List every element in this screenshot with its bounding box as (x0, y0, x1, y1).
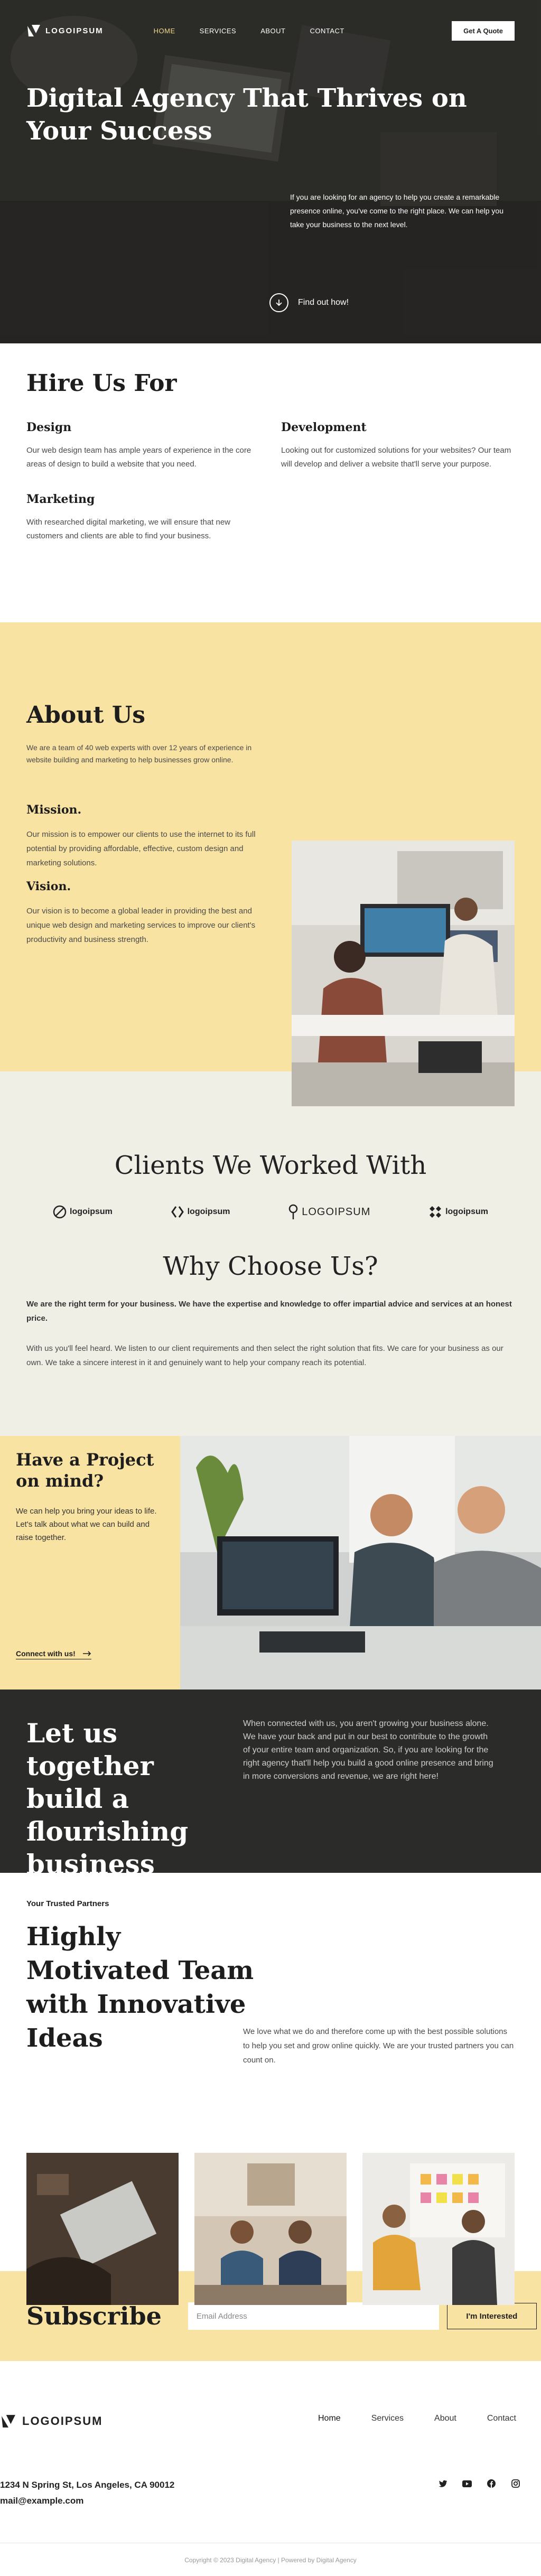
hire-item-text: Our web design team has ample years of e… (26, 446, 251, 469)
subscribe-button[interactable]: I'm Interested (446, 2303, 537, 2329)
client-logo-text: logoipsum (445, 1207, 488, 1216)
hire-item-text: With researched digital marketing, we wi… (26, 518, 231, 540)
hire-title: Hire Us For (26, 370, 177, 397)
partner-photos (26, 2153, 515, 2305)
client-logo-1: logoipsum (53, 1205, 113, 1219)
nav-services[interactable]: SERVICES (200, 27, 237, 35)
copyright: Copyright © 2023 Digital Agency | Powere… (184, 2556, 357, 2564)
about-title: About Us (26, 702, 146, 729)
hero-overlay (0, 0, 541, 343)
about-section: About Us We are a team of 40 web experts… (0, 622, 541, 1106)
hire-item-development: Development Looking out for customized s… (281, 421, 519, 471)
find-out-link[interactable]: Find out how! (269, 293, 349, 312)
mission-block: Mission. Our mission is to empower our c… (26, 803, 275, 947)
hire-item-title: Design (26, 421, 72, 434)
mission-title: Mission. (26, 803, 82, 817)
together-title: Let us together build a flourishing busi… (26, 1718, 189, 1880)
client-logo-4: logoipsum (428, 1205, 488, 1219)
partner-photo-team (194, 2153, 347, 2305)
why-bold-text: We are the right term for your business.… (26, 1300, 512, 1323)
subscribe-form: I'm Interested (188, 2302, 537, 2330)
about-office-image (292, 841, 515, 1106)
connect-link[interactable]: Connect with us! (16, 1649, 91, 1659)
email-input[interactable] (188, 2302, 439, 2330)
partner-photo-laptop (26, 2153, 179, 2305)
footer-logo-text: LOGOIPSUM (22, 2414, 103, 2428)
partners-title: Highly Motivated Team with Innovative Id… (26, 1922, 254, 2053)
project-section: Have a Project on mind? We can help you … (0, 1436, 541, 1690)
hire-grid: Design Our web design team has ample yea… (26, 421, 515, 543)
footer-nav-contact[interactable]: Contact (487, 2414, 516, 2423)
logo[interactable]: LOGOIPSUM (26, 24, 104, 38)
footer: LOGOIPSUM Home Services About Contact 12… (0, 2361, 541, 2571)
client-logo-3: LOGOIPSUM (288, 1204, 370, 1220)
pin-icon (288, 1204, 298, 1219)
bracket-icon (171, 1206, 184, 1218)
footer-nav-about[interactable]: About (434, 2414, 456, 2423)
footer-nav-home[interactable]: Home (318, 2414, 341, 2423)
client-logo-text: LOGOIPSUM (302, 1206, 371, 1218)
address-line: 1234 N Spring St, Los Angeles, CA 90012 (0, 2480, 175, 2490)
subscribe-title: Subscribe (26, 2302, 162, 2330)
client-logo-text: logoipsum (187, 1207, 230, 1216)
top-nav: LOGOIPSUM HOME SERVICES ABOUT CONTACT Ge… (26, 20, 515, 41)
hero-section: LOGOIPSUM HOME SERVICES ABOUT CONTACT Ge… (0, 0, 541, 343)
footer-logo[interactable]: LOGOIPSUM (0, 2414, 102, 2429)
footer-nav-services[interactable]: Services (371, 2414, 404, 2423)
about-lead: We are a team of 40 web experts with ove… (26, 743, 252, 764)
logo-text: LOGOIPSUM (45, 26, 104, 35)
hire-section: Hire Us For Design Our web design team h… (0, 343, 541, 622)
partner-photo-board (362, 2153, 515, 2305)
project-text: We can help you bring your ideas to life… (16, 1507, 157, 1542)
mission-text: Our mission is to empower our clients to… (26, 830, 256, 867)
hire-item-text: Looking out for customized solutions for… (281, 446, 511, 469)
nav-home[interactable]: HOME (154, 27, 175, 35)
partners-text: We love what we do and therefore come up… (243, 2027, 514, 2065)
diamond-grid-icon (430, 1206, 442, 1218)
client-logo-2: logoipsum (171, 1205, 230, 1219)
project-office-image (180, 1436, 541, 1690)
hero-title: Digital Agency That Thrives on Your Succ… (26, 83, 467, 146)
arrow-down-icon (269, 293, 288, 312)
connect-label: Connect with us! (16, 1649, 76, 1658)
youtube-icon[interactable] (462, 2478, 472, 2489)
project-title: Have a Project on mind? (16, 1450, 154, 1491)
hire-item-title: Development (281, 421, 367, 434)
nav-about[interactable]: ABOUT (260, 27, 285, 35)
nav-contact[interactable]: CONTACT (310, 27, 344, 35)
hero-text: If you are looking for an agency to help… (290, 193, 503, 229)
logo-mark-icon (27, 25, 40, 36)
footer-address: 1234 N Spring St, Los Angeles, CA 90012 … (0, 2477, 174, 2509)
why-block: Why Choose Us? We are the right term for… (0, 1252, 541, 1370)
vision-title: Vision. (26, 880, 71, 893)
why-title: Why Choose Us? (163, 1252, 378, 1281)
facebook-icon[interactable] (486, 2478, 497, 2489)
hire-item-design: Design Our web design team has ample yea… (26, 421, 264, 471)
email-line[interactable]: mail@example.com (0, 2493, 174, 2509)
why-text: With us you'll feel heard. We listen to … (26, 1344, 503, 1367)
partners-eyebrow: Your Trusted Partners (26, 1899, 109, 1908)
partners-section: Your Trusted Partners Highly Motivated T… (0, 1873, 541, 2305)
hire-item-marketing: Marketing With researched digital market… (26, 492, 264, 543)
together-section: Let us together build a flourishing busi… (0, 1690, 541, 1880)
nav-links: HOME SERVICES ABOUT CONTACT (154, 27, 344, 35)
get-quote-button[interactable]: Get A Quote (452, 21, 515, 41)
client-logo-text: logoipsum (70, 1207, 113, 1216)
clients-section: Clients We Worked With logoipsum logoips… (0, 1071, 541, 1436)
together-text: When connected with us, you aren't growi… (243, 1719, 493, 1781)
logo-mark-icon (2, 2415, 15, 2428)
project-panel: Have a Project on mind? We can help you … (0, 1436, 180, 1690)
hire-item-title: Marketing (26, 492, 95, 506)
twitter-icon[interactable] (437, 2478, 448, 2489)
social-links (437, 2478, 521, 2489)
arrow-right-icon (82, 1651, 91, 1656)
clients-title: Clients We Worked With (114, 1151, 427, 1180)
circle-slash-icon (53, 1205, 67, 1219)
vision-text: Our vision is to become a global leader … (26, 907, 256, 944)
instagram-icon[interactable] (510, 2478, 521, 2489)
footer-nav: Home Services About Contact (318, 2414, 516, 2423)
find-out-label: Find out how! (298, 298, 349, 307)
client-logos: logoipsum logoipsum LOGOIPSUM logoipsum (0, 1204, 541, 1220)
